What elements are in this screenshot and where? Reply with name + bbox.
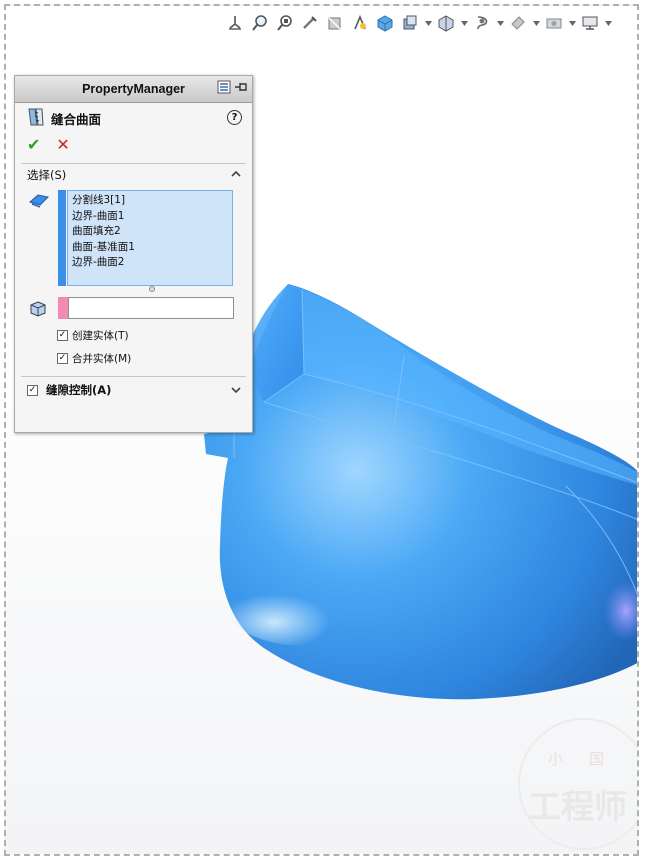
zoom-area-icon[interactable] bbox=[274, 13, 296, 33]
watermark-main-text: 工程师 bbox=[528, 787, 627, 826]
gap-control-group-header[interactable]: ✓ 缝隙控制(A) bbox=[15, 377, 252, 403]
hide-show-icon[interactable] bbox=[435, 13, 457, 33]
selection-color-bar bbox=[58, 190, 66, 286]
selection-list[interactable]: 分割线3[1] 边界-曲面1 曲面填充2 曲面-基准面1 边界-曲面2 bbox=[67, 190, 233, 286]
help-icon[interactable]: ? bbox=[227, 110, 242, 125]
feature-title-row: 缝合曲面 ? bbox=[15, 103, 252, 133]
body-select-input[interactable] bbox=[68, 297, 234, 319]
watermark-top-text: 小国 bbox=[548, 750, 631, 768]
edit-appearance-icon[interactable] bbox=[471, 13, 493, 33]
display-style-icon[interactable] bbox=[399, 13, 421, 33]
view-settings-icon[interactable] bbox=[543, 13, 565, 33]
graphics-area[interactable]: 小国 工程师 PropertyManager 缝合曲面 ? ✔ ✕ 选择(S) bbox=[4, 4, 639, 856]
solid-body-icon bbox=[28, 300, 48, 321]
dynamic-annotation-icon[interactable] bbox=[349, 13, 371, 33]
list-item[interactable]: 分割线3[1] bbox=[72, 193, 232, 209]
property-manager-header: PropertyManager bbox=[15, 76, 252, 103]
knit-surface-icon bbox=[27, 107, 45, 130]
model-highlight bbox=[226, 566, 386, 646]
merge-bodies-label: 合并实体(M) bbox=[72, 353, 132, 365]
create-solid-checkbox[interactable]: ✓ bbox=[57, 330, 68, 341]
property-manager-panel: PropertyManager 缝合曲面 ? ✔ ✕ 选择(S) 分割线3[1] bbox=[14, 75, 253, 433]
panel-layout-icon[interactable] bbox=[217, 80, 231, 97]
feature-title: 缝合曲面 bbox=[51, 111, 102, 127]
view-orientation-cube-icon[interactable] bbox=[374, 13, 396, 33]
chevron-down-icon[interactable] bbox=[604, 13, 612, 33]
body-color-bar bbox=[58, 297, 68, 319]
list-item[interactable]: 曲面填充2 bbox=[72, 224, 232, 240]
merge-bodies-option[interactable]: ✓ 合并实体(M) bbox=[15, 347, 252, 370]
list-item[interactable]: 曲面-基准面1 bbox=[72, 240, 232, 256]
chevron-up-icon[interactable] bbox=[230, 168, 242, 180]
ok-button[interactable]: ✔ bbox=[27, 135, 40, 154]
property-manager-title: PropertyManager bbox=[82, 82, 185, 96]
create-solid-option[interactable]: ✓ 创建实体(T) bbox=[15, 324, 252, 347]
body-select-row bbox=[15, 294, 252, 324]
list-item[interactable]: 边界-曲面1 bbox=[72, 209, 232, 225]
chevron-down-icon[interactable] bbox=[568, 13, 576, 33]
selection-group-header[interactable]: 选择(S) bbox=[15, 164, 252, 186]
zoom-to-fit-icon[interactable] bbox=[249, 13, 271, 33]
list-resize-handle[interactable] bbox=[149, 286, 155, 292]
heads-up-toolbar bbox=[224, 12, 612, 34]
chevron-down-icon[interactable] bbox=[424, 13, 432, 33]
gap-control-checkbox[interactable]: ✓ bbox=[27, 384, 38, 396]
previous-view-icon[interactable] bbox=[299, 13, 321, 33]
gap-control-label: 缝隙控制(A) bbox=[46, 383, 112, 397]
merge-bodies-checkbox[interactable]: ✓ bbox=[57, 353, 68, 364]
watermark-seal: 小国 工程师 bbox=[518, 718, 637, 850]
selection-group-label: 选择(S) bbox=[27, 168, 67, 182]
chevron-down-icon[interactable] bbox=[496, 13, 504, 33]
selection-area: 分割线3[1] 边界-曲面1 曲面填充2 曲面-基准面1 边界-曲面2 bbox=[15, 186, 252, 294]
confirm-row: ✔ ✕ bbox=[15, 133, 252, 155]
surfaces-select-icon bbox=[28, 192, 50, 213]
list-item[interactable]: 边界-曲面2 bbox=[72, 255, 232, 271]
create-solid-label: 创建实体(T) bbox=[72, 330, 129, 342]
pin-icon[interactable] bbox=[234, 80, 248, 97]
section-view-icon[interactable] bbox=[324, 13, 346, 33]
chevron-down-icon[interactable] bbox=[460, 13, 468, 33]
cancel-button[interactable]: ✕ bbox=[56, 135, 69, 154]
apply-scene-icon[interactable] bbox=[507, 13, 529, 33]
chevron-down-icon[interactable] bbox=[532, 13, 540, 33]
chevron-down-icon[interactable] bbox=[230, 384, 242, 396]
view-orientation-icon[interactable] bbox=[224, 13, 246, 33]
monitor-icon[interactable] bbox=[579, 13, 601, 33]
